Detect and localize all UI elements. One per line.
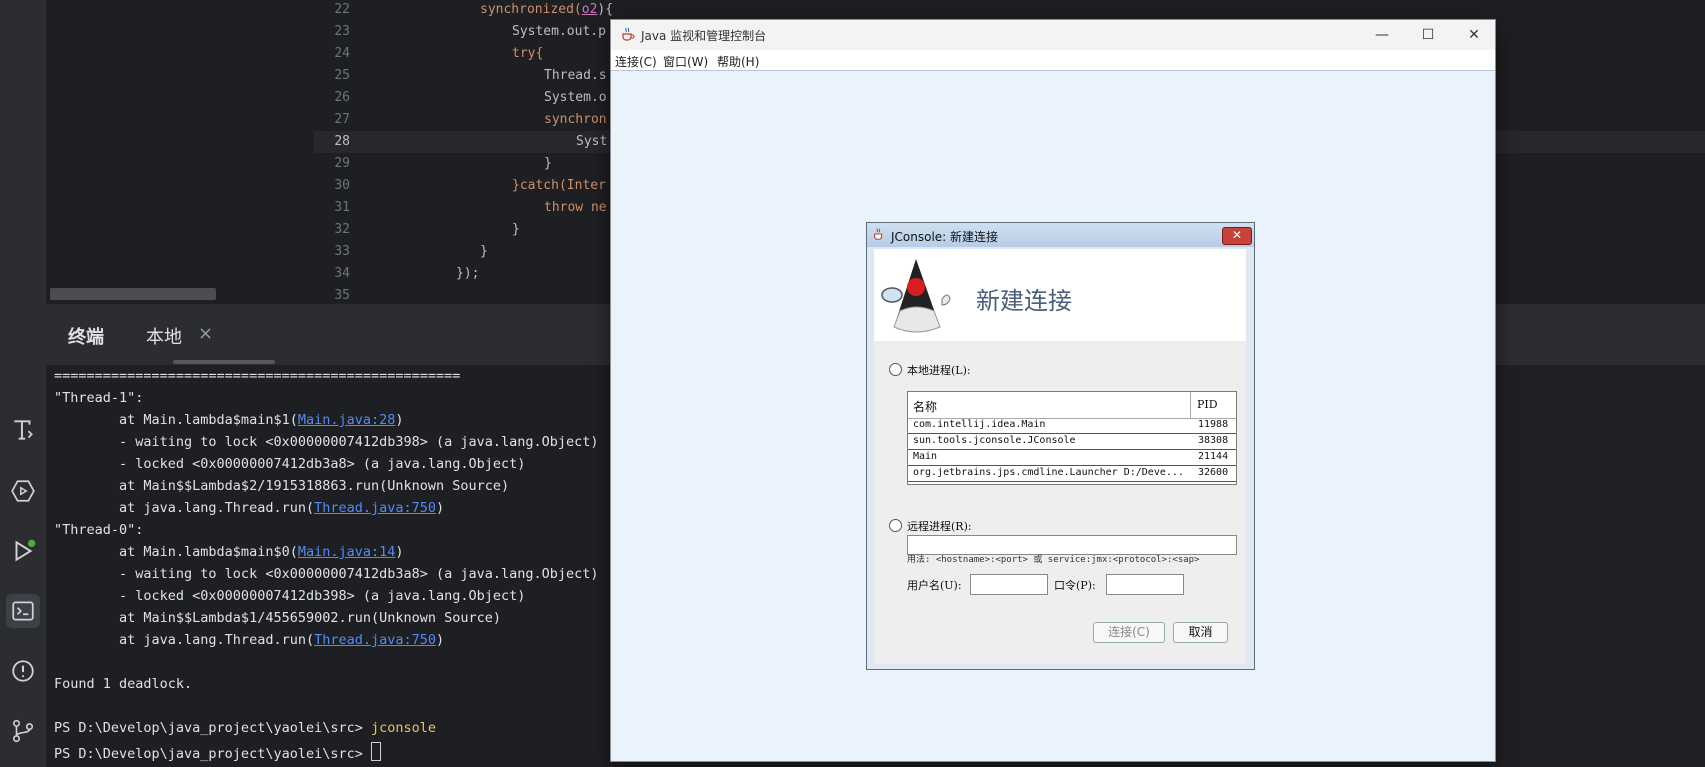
remote-process-radio[interactable] xyxy=(889,519,902,532)
dialog-title: JConsole: 新建连接 xyxy=(891,230,999,244)
close-tab-icon[interactable]: × xyxy=(198,323,213,344)
java-cup-icon xyxy=(622,27,635,41)
source-link[interactable]: Main.java:28 xyxy=(298,412,396,428)
tab-terminal[interactable]: 终端 xyxy=(68,323,104,349)
maximize-button[interactable]: ☐ xyxy=(1408,24,1448,46)
terminal-line: "Thread-1": xyxy=(54,390,144,406)
terminal-line: ========================================… xyxy=(54,368,461,384)
table-row[interactable]: com.intellij.idea.Main 11988 xyxy=(908,418,1236,434)
source-link[interactable]: Main.java:14 xyxy=(298,544,396,560)
local-process-label: 本地进程(L): xyxy=(907,364,971,377)
terminal-line: at java.lang.Thread.run(Thread.java:750) xyxy=(54,632,445,648)
menu-help[interactable]: 帮助(H) xyxy=(717,53,759,70)
terminal-line: "Thread-0": xyxy=(54,522,144,538)
terminal-line: - waiting to lock <0x00000007412db398> (… xyxy=(54,434,599,450)
code-line: 22 synchronized(o2){ xyxy=(334,2,614,17)
terminal-line: at java.lang.Thread.run(Thread.java:750) xyxy=(54,500,445,516)
table-row[interactable]: org.jetbrains.jps.cmdline.Launcher D:/De… xyxy=(908,466,1236,482)
tab-local[interactable]: 本地 xyxy=(146,323,182,349)
dialog-body: 新建连接 本地进程(L): 名称 PID com.intellij.idea.M… xyxy=(874,249,1246,664)
terminal-line: at Main.lambda$main$1(Main.java:28) xyxy=(54,412,404,428)
text-tool-icon[interactable] xyxy=(6,413,40,447)
menu-connection[interactable]: 连接(C) xyxy=(615,53,657,70)
source-link[interactable]: Thread.java:750 xyxy=(314,632,436,648)
close-window-button[interactable]: ✕ xyxy=(1454,24,1494,46)
process-table[interactable]: 名称 PID com.intellij.idea.Main 11988 sun.t… xyxy=(907,391,1237,485)
text-cursor xyxy=(370,742,381,761)
source-link[interactable]: Thread.java:750 xyxy=(314,500,436,516)
username-label: 用户名(U): xyxy=(907,579,962,592)
run-icon[interactable] xyxy=(6,534,40,568)
terminal-line: PS D:\Develop\java_project\yaolei\src> j… xyxy=(54,720,437,736)
java-cup-icon xyxy=(874,228,883,240)
services-icon[interactable] xyxy=(6,474,40,508)
terminal-line: - locked <0x00000007412db398> (a java.la… xyxy=(54,588,526,604)
table-row[interactable]: sun.tools.jconsole.JConsole 38308 xyxy=(908,434,1236,450)
terminal-line: Found 1 deadlock. xyxy=(54,676,193,692)
menubar: 连接(C) 窗口(W) 帮助(H) xyxy=(611,50,1495,71)
new-connection-dialog[interactable]: JConsole: 新建连接 ✕ 新建连接 本地进程(L): 名称 PID co… xyxy=(866,222,1255,670)
column-header-name[interactable]: 名称 xyxy=(913,398,937,415)
dialog-titlebar[interactable]: JConsole: 新建连接 ✕ xyxy=(867,223,1254,247)
menu-window[interactable]: 窗口(W) xyxy=(663,53,708,70)
table-row[interactable]: Main 21144 xyxy=(908,450,1236,466)
duke-mascot-icon xyxy=(881,259,951,333)
password-label: 口令(P): xyxy=(1054,579,1096,592)
editor-horizontal-scrollbar[interactable] xyxy=(50,288,216,300)
window-title: Java 监视和管理控制台 xyxy=(641,29,767,43)
username-field[interactable] xyxy=(970,574,1048,595)
terminal-prompt[interactable]: PS D:\Develop\java_project\yaolei\src> xyxy=(54,742,381,762)
problems-icon[interactable] xyxy=(6,654,40,688)
terminal-line: - locked <0x00000007412db3a8> (a java.la… xyxy=(54,456,526,472)
remote-process-label: 远程进程(R): xyxy=(907,520,972,533)
local-process-radio[interactable] xyxy=(889,363,902,376)
connect-button[interactable]: 连接(C) xyxy=(1093,622,1165,643)
ide-tool-stripe xyxy=(0,0,47,767)
terminal-line: at Main.lambda$main$0(Main.java:14) xyxy=(54,544,404,560)
dialog-close-button[interactable]: ✕ xyxy=(1222,227,1252,245)
active-tab-indicator xyxy=(173,360,275,364)
terminal-line: - waiting to lock <0x00000007412db3a8> (… xyxy=(54,566,599,582)
banner-title: 新建连接 xyxy=(976,287,1072,315)
terminal-line: at Main$$Lambda$1/455659002.run(Unknown … xyxy=(54,610,502,626)
terminal-line: at Main$$Lambda$2/1915318863.run(Unknown… xyxy=(54,478,510,494)
window-titlebar[interactable]: Java 监视和管理控制台 — ☐ ✕ xyxy=(611,20,1495,50)
password-field[interactable] xyxy=(1106,574,1184,595)
dialog-banner: 新建连接 xyxy=(874,249,1246,341)
column-header-pid[interactable]: PID xyxy=(1197,398,1218,411)
remote-usage-hint: 用法: <hostname>:<port> 或 service:jmx:<pro… xyxy=(907,555,1200,565)
terminal-icon[interactable] xyxy=(6,594,40,628)
cancel-button[interactable]: 取消 xyxy=(1173,622,1228,643)
process-table-header: 名称 PID xyxy=(908,392,1236,419)
git-icon[interactable] xyxy=(6,714,40,748)
minimize-button[interactable]: — xyxy=(1362,24,1402,46)
